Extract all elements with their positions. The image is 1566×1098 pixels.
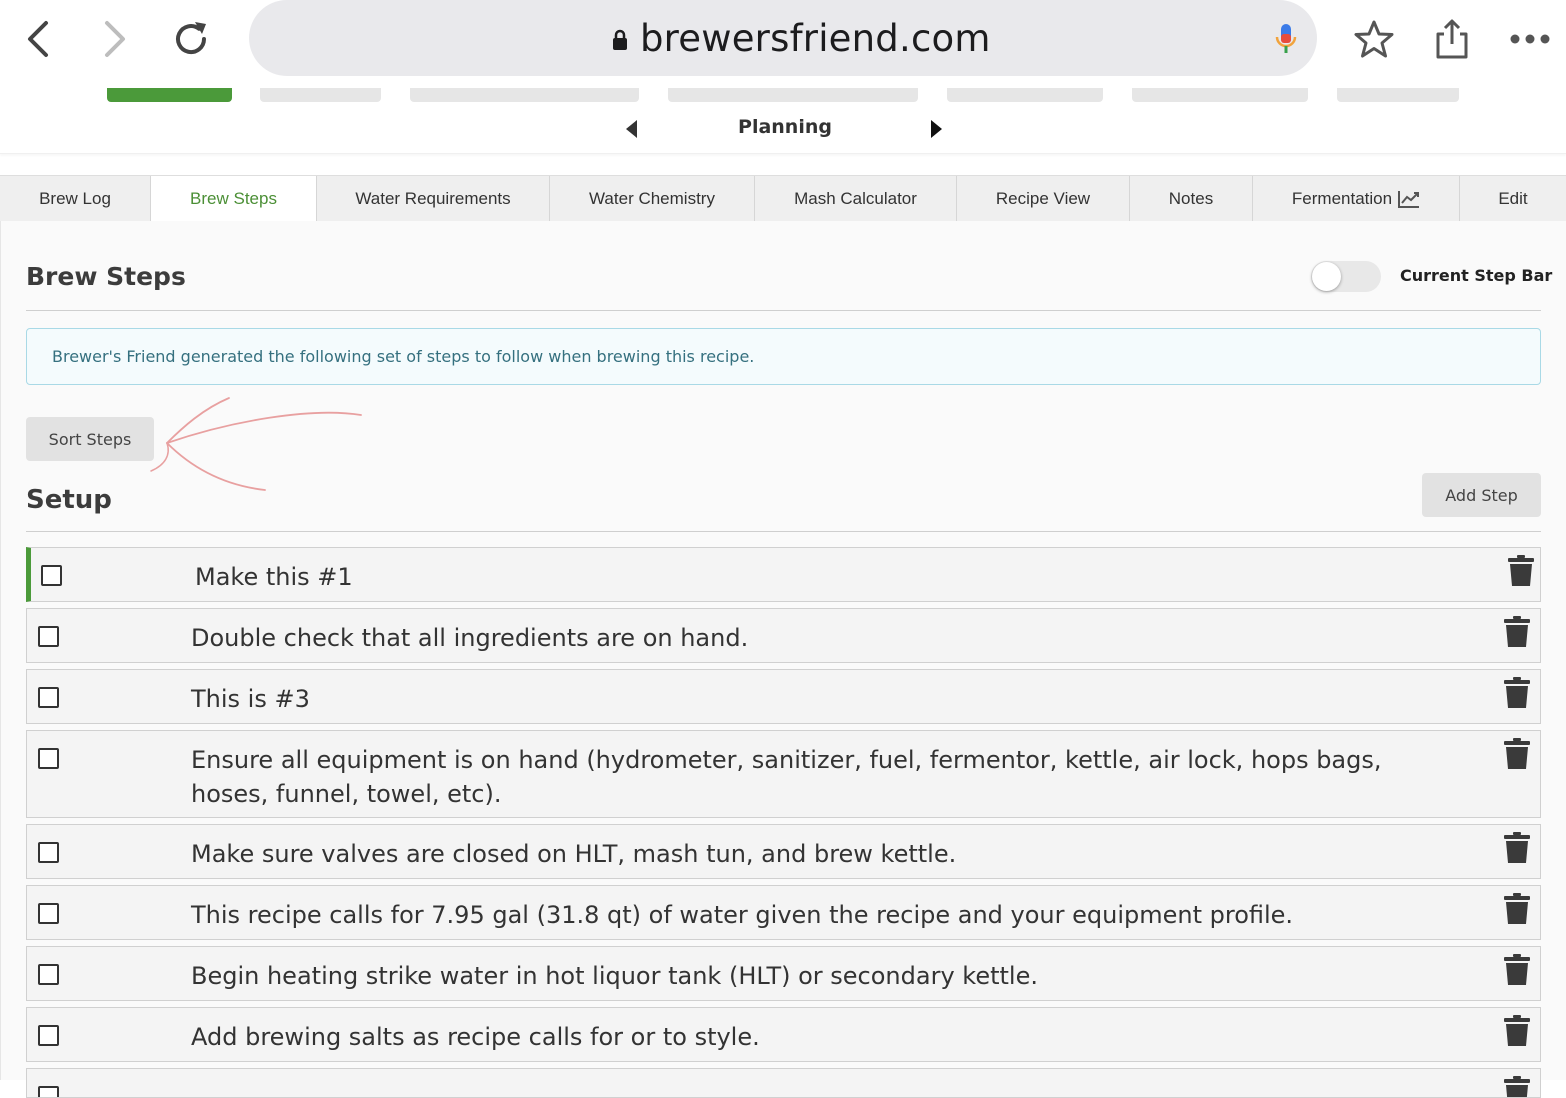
step-row[interactable]: This is #3 bbox=[26, 669, 1541, 724]
trash-icon[interactable] bbox=[1504, 677, 1530, 709]
current-stage-label: Planning bbox=[738, 116, 832, 138]
stage-chip[interactable] bbox=[1132, 88, 1308, 102]
tab-water-chemistry[interactable]: Water Chemistry bbox=[550, 176, 755, 221]
step-text: Ensure all equipment is on hand (hydrome… bbox=[191, 746, 1382, 808]
tab-fermentation[interactable]: Fermentation bbox=[1253, 176, 1460, 221]
step-row-partial[interactable] bbox=[26, 1068, 1541, 1098]
url-text: brewersfriend.com bbox=[640, 16, 991, 60]
toggle-knob bbox=[1312, 262, 1341, 291]
divider bbox=[26, 531, 1541, 532]
microphone-icon[interactable] bbox=[1272, 22, 1300, 61]
tab-notes[interactable]: Notes bbox=[1130, 176, 1253, 221]
step-checkbox[interactable] bbox=[38, 964, 59, 985]
recipe-tabs: Brew Log Brew Steps Water Requirements W… bbox=[0, 175, 1566, 222]
step-checkbox[interactable] bbox=[38, 1025, 59, 1046]
tab-label: Brew Log bbox=[39, 188, 111, 208]
tab-label: Brew Steps bbox=[190, 188, 277, 208]
stage-chip[interactable] bbox=[947, 88, 1103, 102]
step-text: This recipe calls for 7.95 gal (31.8 qt)… bbox=[191, 901, 1294, 929]
trash-icon[interactable] bbox=[1504, 738, 1530, 770]
divider bbox=[26, 310, 1541, 311]
step-text: Add brewing salts as recipe calls for or… bbox=[191, 1023, 760, 1051]
url-display[interactable]: brewersfriend.com bbox=[612, 15, 991, 61]
tab-brew-steps[interactable]: Brew Steps bbox=[151, 176, 317, 222]
tab-label: Water Requirements bbox=[355, 188, 511, 208]
stage-chip[interactable] bbox=[668, 88, 918, 102]
share-icon[interactable] bbox=[1424, 14, 1480, 64]
more-icon[interactable] bbox=[1502, 14, 1558, 64]
trash-icon[interactable] bbox=[1504, 832, 1530, 864]
step-row[interactable]: Double check that all ingredients are on… bbox=[26, 608, 1541, 663]
trash-icon[interactable] bbox=[1504, 1076, 1530, 1097]
sort-steps-button[interactable]: Sort Steps bbox=[26, 417, 154, 461]
trash-icon[interactable] bbox=[1504, 954, 1530, 986]
trash-icon[interactable] bbox=[1504, 893, 1530, 925]
reload-icon[interactable] bbox=[166, 14, 216, 64]
steps-list: Make this #1 Double check that all ingre… bbox=[26, 547, 1541, 1098]
step-text: Begin heating strike water in hot liquor… bbox=[191, 962, 1038, 990]
step-text: Make this #1 bbox=[195, 563, 353, 591]
info-text: Brewer's Friend generated the following … bbox=[52, 347, 755, 366]
step-checkbox[interactable] bbox=[38, 1086, 59, 1097]
brew-steps-panel: Brew Steps Current Step Bar Brewer's Fri… bbox=[0, 221, 1566, 1098]
step-checkbox[interactable] bbox=[38, 626, 59, 647]
stage-chip-current[interactable] bbox=[107, 88, 232, 102]
step-checkbox[interactable] bbox=[38, 903, 59, 924]
browser-toolbar: brewersfriend.com bbox=[0, 0, 1566, 88]
step-row[interactable]: Ensure all equipment is on hand (hydrome… bbox=[26, 730, 1541, 818]
bookmark-star-icon[interactable] bbox=[1346, 14, 1402, 64]
tab-edit[interactable]: Edit bbox=[1460, 176, 1566, 221]
forward-icon[interactable] bbox=[90, 14, 140, 64]
tab-label: Recipe View bbox=[995, 188, 1091, 208]
trash-icon[interactable] bbox=[1504, 616, 1530, 648]
tab-label: Edit bbox=[1498, 188, 1528, 208]
toggle-label: Current Step Bar bbox=[1400, 266, 1553, 285]
step-row[interactable]: This recipe calls for 7.95 gal (31.8 qt)… bbox=[26, 885, 1541, 940]
stage-chip[interactable] bbox=[410, 88, 639, 102]
trash-icon[interactable] bbox=[1508, 555, 1534, 587]
info-alert: Brewer's Friend generated the following … bbox=[26, 328, 1541, 385]
back-icon[interactable] bbox=[13, 14, 63, 64]
page-title: Brew Steps bbox=[26, 262, 186, 291]
tab-recipe-view[interactable]: Recipe View bbox=[957, 176, 1130, 221]
tab-water-requirements[interactable]: Water Requirements bbox=[317, 176, 550, 221]
tab-brew-log[interactable]: Brew Log bbox=[0, 176, 151, 221]
step-row[interactable]: Make this #1 bbox=[26, 547, 1541, 602]
step-checkbox[interactable] bbox=[38, 842, 59, 863]
stage-navigator: Planning bbox=[620, 114, 950, 144]
step-text: Make sure valves are closed on HLT, mash… bbox=[191, 840, 957, 868]
tab-label: Water Chemistry bbox=[589, 188, 715, 208]
step-text: This is #3 bbox=[191, 685, 310, 713]
stage-chip[interactable] bbox=[260, 88, 381, 102]
step-checkbox[interactable] bbox=[41, 565, 62, 586]
annotation-arrow bbox=[150, 397, 362, 491]
step-row[interactable]: Add brewing salts as recipe calls for or… bbox=[26, 1007, 1541, 1062]
current-step-bar-toggle[interactable] bbox=[1311, 261, 1381, 292]
lock-icon bbox=[612, 17, 628, 60]
step-checkbox[interactable] bbox=[38, 748, 59, 769]
chart-icon bbox=[1398, 190, 1420, 208]
next-stage-icon[interactable] bbox=[931, 120, 942, 138]
tab-label: Fermentation bbox=[1291, 188, 1393, 208]
step-row[interactable]: Begin heating strike water in hot liquor… bbox=[26, 946, 1541, 1001]
brew-progress-header: Planning bbox=[0, 88, 1566, 154]
tab-mash-calculator[interactable]: Mash Calculator bbox=[755, 176, 957, 221]
tab-label: Notes bbox=[1168, 188, 1214, 208]
step-row[interactable]: Make sure valves are closed on HLT, mash… bbox=[26, 824, 1541, 879]
step-text: Double check that all ingredients are on… bbox=[191, 624, 749, 652]
add-step-button[interactable]: Add Step bbox=[1422, 473, 1541, 517]
stage-chip[interactable] bbox=[1337, 88, 1459, 102]
step-checkbox[interactable] bbox=[38, 687, 59, 708]
tab-label: Mash Calculator bbox=[794, 188, 917, 208]
trash-icon[interactable] bbox=[1504, 1015, 1530, 1047]
section-title: Setup bbox=[26, 485, 112, 515]
